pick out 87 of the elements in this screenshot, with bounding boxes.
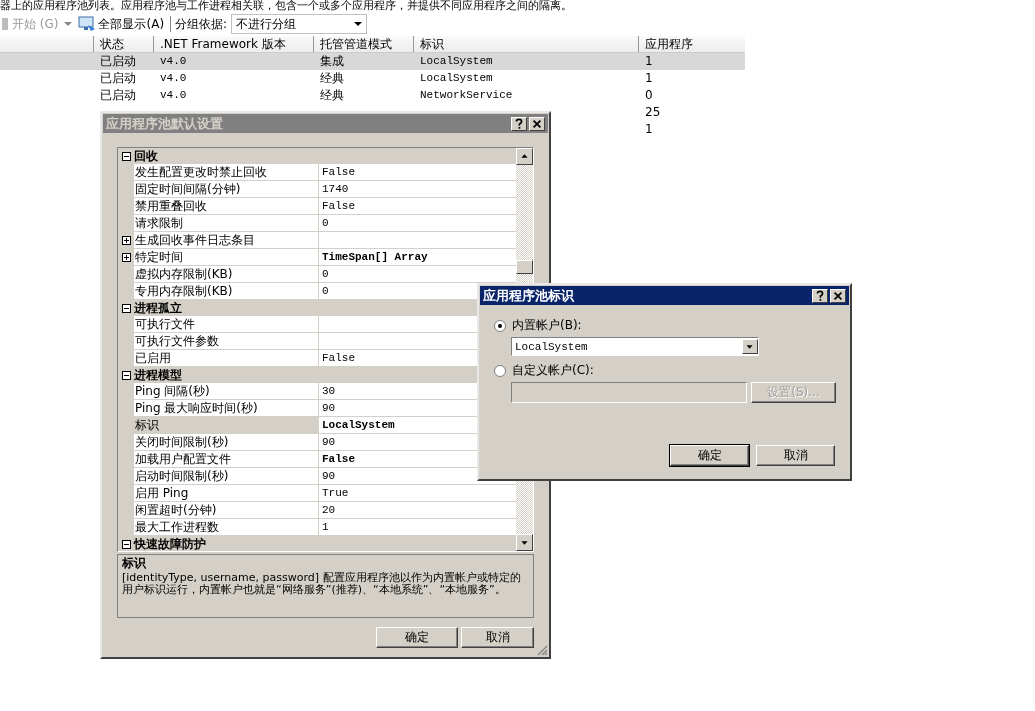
- category-header[interactable]: 进程模型: [134, 366, 182, 384]
- table-row[interactable]: 已启动 v4.0 经典 LocalSystem 1: [0, 70, 745, 87]
- dialog-button[interactable]: 取消: [756, 445, 835, 466]
- column-header[interactable]: 状态: [93, 36, 153, 52]
- resize-grip-icon[interactable]: [536, 644, 548, 656]
- radio-label[interactable]: 内置帐户(B):: [512, 317, 582, 334]
- property-name[interactable]: Ping 间隔(秒): [134, 383, 319, 400]
- property-name[interactable]: 发生配置更改时禁止回收: [134, 164, 319, 181]
- property-name[interactable]: 关闭时间限制(秒): [134, 434, 319, 451]
- property-value[interactable]: 1: [319, 519, 516, 536]
- radio-button[interactable]: [494, 319, 506, 332]
- property-name[interactable]: 请求限制: [134, 215, 319, 232]
- radio-button[interactable]: [494, 364, 506, 377]
- scroll-down-icon[interactable]: [516, 534, 533, 551]
- property-value[interactable]: 0: [319, 266, 516, 283]
- table-cell-text: 1: [644, 53, 654, 70]
- category-header[interactable]: 快速故障防护: [134, 535, 206, 551]
- table-cell-text: 经典: [319, 87, 345, 104]
- selected-row[interactable]: 已启动 v4.0 集成 LocalSystem 1: [0, 53, 745, 70]
- property-name[interactable]: 启用 Ping: [134, 485, 319, 502]
- property-name[interactable]: 生成回收事件日志条目: [134, 232, 319, 249]
- property-value[interactable]: False: [319, 164, 516, 181]
- column-header[interactable]: 应用程序: [638, 36, 745, 52]
- show-all-button[interactable]: 全部显示(A): [76, 15, 167, 33]
- property-name[interactable]: 最大工作进程数: [134, 519, 319, 536]
- property-name[interactable]: Ping 最大响应时间(秒): [134, 400, 319, 417]
- close-icon[interactable]: [529, 116, 545, 131]
- scroll-up-icon[interactable]: [516, 148, 533, 165]
- table-cell-text: LocalSystem: [419, 71, 494, 86]
- collapse-icon[interactable]: [121, 303, 131, 313]
- column-header[interactable]: 托管管道模式: [313, 36, 413, 52]
- property-name[interactable]: 闲置超时(分钟): [134, 502, 319, 519]
- table-cell-text: 25: [644, 104, 662, 121]
- account-field[interactable]: [511, 382, 747, 403]
- table-cell-text: 已启动: [99, 70, 137, 87]
- table-cell-text: v4.0: [159, 71, 188, 86]
- table-cell-text: LocalSystem: [419, 54, 494, 69]
- property-value[interactable]: False: [319, 198, 516, 215]
- monitor-icon: [78, 16, 97, 32]
- property-value[interactable]: TimeSpan[] Array: [319, 249, 516, 266]
- expand-icon[interactable]: [121, 236, 131, 245]
- description-line: 器上的应用程序池列表。应用程序池与工作进程相关联，包含一个或多个应用程序，并提供不同应用程序之间的隔离。: [0, 0, 573, 12]
- dialog-button[interactable]: 取消: [461, 627, 534, 648]
- table-cell-text: 已启动: [99, 53, 137, 70]
- column-header[interactable]: .NET Framework 版本: [153, 36, 313, 52]
- table-cell-text: 0: [644, 87, 654, 104]
- collapse-icon[interactable]: [121, 151, 131, 161]
- help-icon[interactable]: [511, 116, 527, 131]
- category-header[interactable]: 回收: [134, 148, 158, 165]
- property-value[interactable]: 0: [319, 215, 516, 232]
- expand-icon[interactable]: [121, 253, 131, 262]
- property-name[interactable]: 专用内存限制(KB): [134, 283, 319, 300]
- column-header[interactable]: 标识: [413, 36, 638, 52]
- table-cell-text: v4.0: [159, 88, 188, 103]
- scroll-thumb[interactable]: [516, 260, 533, 274]
- table-row[interactable]: 已启动 v4.0 经典 NetworkService 0: [0, 87, 745, 104]
- property-name[interactable]: 可执行文件参数: [134, 333, 319, 350]
- property-name[interactable]: 可执行文件: [134, 316, 319, 333]
- property-name[interactable]: 特定时间: [134, 249, 319, 266]
- property-name[interactable]: 禁用重叠回收: [134, 198, 319, 215]
- group-by-label: 分组依据:: [175, 15, 228, 33]
- dialog-button[interactable]: 确定: [376, 627, 458, 648]
- property-value[interactable]: 1740: [319, 181, 516, 198]
- close-icon[interactable]: [830, 288, 846, 303]
- property-value[interactable]: True: [319, 485, 516, 502]
- property-name[interactable]: 启动时间限制(秒): [134, 468, 319, 485]
- property-value[interactable]: 20: [319, 502, 516, 519]
- category-header[interactable]: 进程孤立: [134, 299, 182, 317]
- dialog-title: 应用程序池默认设置: [106, 114, 224, 133]
- table-cell-text: NetworkService: [419, 88, 514, 103]
- description-title: 标识: [122, 557, 147, 569]
- account-dropdown[interactable]: LocalSystem: [511, 337, 759, 356]
- property-name[interactable]: 加载用户配置文件: [134, 451, 319, 468]
- table-cell-text: 已启动: [99, 87, 137, 104]
- collapse-icon[interactable]: [121, 539, 131, 549]
- table-cell-text: v4.0: [159, 54, 188, 69]
- group-by-dropdown[interactable]: 不进行分组: [231, 14, 368, 34]
- property-name[interactable]: 固定时间间隔(分钟): [134, 181, 319, 198]
- help-icon[interactable]: [812, 288, 828, 303]
- table-cell-text: 1: [644, 70, 654, 87]
- table-cell-text: 集成: [319, 53, 345, 70]
- dialog-button[interactable]: 确定: [670, 445, 749, 466]
- collapse-icon[interactable]: [121, 370, 131, 380]
- description-text: [identityType, username, password] 配置应用程序池以作为内置帐户或特定的用户标识运行，内置帐户也就是“网络服务”(推荐)、“本地系统”、“本地服务”。: [122, 571, 521, 596]
- table-cell-text: 经典: [319, 70, 345, 87]
- property-name[interactable]: 已启用: [134, 350, 319, 367]
- property-name[interactable]: 虚拟内存限制(KB): [134, 266, 319, 283]
